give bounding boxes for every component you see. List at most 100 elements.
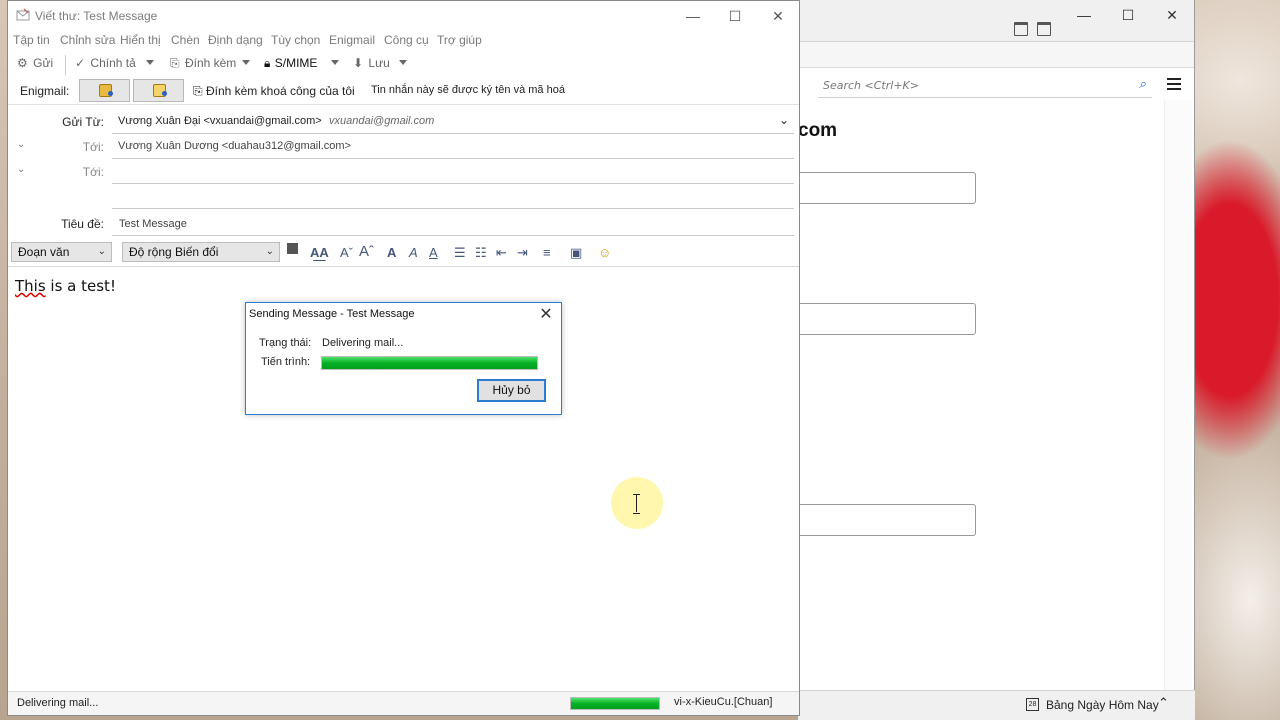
- sign-pen-icon: [153, 84, 167, 97]
- minimize-icon[interactable]: —: [678, 6, 708, 26]
- paperclip-icon: ⎘: [170, 56, 180, 70]
- send-progress-bar: [321, 356, 538, 370]
- recipient-type-chevron-icon[interactable]: ⌄: [17, 164, 25, 175]
- spellcheck-language[interactable]: vi-x-KieuCu.[Chuan]: [674, 696, 772, 708]
- maximize-icon[interactable]: ☐: [720, 6, 750, 26]
- from-field[interactable]: Vương Xuân Đại <vxuandai@gmail.com>: [118, 115, 322, 127]
- menu-help[interactable]: Trợ giúp: [437, 33, 482, 47]
- to-label-1[interactable]: Tới:: [38, 140, 104, 154]
- save-label: Lưu: [368, 56, 390, 70]
- font-size-icon[interactable]: A͟A: [310, 245, 329, 260]
- menu-tools[interactable]: Công cụ: [384, 33, 429, 47]
- menu-edit[interactable]: Chỉnh sửa: [60, 33, 115, 47]
- smime-button[interactable]: 🔒︎ S/MIME: [264, 56, 317, 71]
- attach-public-key-button[interactable]: ⎘ Đính kèm khoá công của tôi: [193, 84, 355, 99]
- font-value: Độ rộng Biến đổi: [129, 245, 219, 259]
- underline-icon[interactable]: A: [429, 245, 438, 260]
- menu-view[interactable]: Hiển thị: [120, 33, 161, 47]
- hamburger-menu-icon[interactable]: [1167, 78, 1181, 90]
- calendar-icon[interactable]: [1014, 22, 1028, 36]
- attach-dropdown-icon[interactable]: [242, 60, 250, 65]
- today-pane-label[interactable]: Bảng Ngày Hôm Nay: [1046, 698, 1159, 712]
- enigmail-sign-button[interactable]: [133, 79, 184, 102]
- compose-titlebar: Viết thư: Test Message — ☐ ✕: [8, 1, 799, 30]
- menu-enigmail[interactable]: Enigmail: [329, 33, 375, 47]
- align-icon[interactable]: ≡: [543, 245, 551, 260]
- progress-label: Tiến trình:: [261, 356, 311, 368]
- download-arrow-icon: ⬇: [353, 56, 364, 70]
- send-label: Gửi: [33, 56, 54, 70]
- background-field-2[interactable]: [798, 303, 976, 335]
- smime-label: S/MIME: [274, 56, 318, 70]
- menu-insert[interactable]: Chèn: [171, 33, 200, 47]
- larger-text-icon[interactable]: Aˆ: [359, 243, 374, 260]
- spellcheck-button[interactable]: ✓ Chính tả: [75, 56, 136, 70]
- smiley-icon[interactable]: ☺: [598, 245, 611, 260]
- insert-image-icon[interactable]: ▣: [570, 245, 582, 261]
- enigmail-label: Enigmail:: [20, 84, 70, 98]
- compose-statusbar: Delivering mail... vi-x-KieuCu.[Chuan]: [8, 691, 799, 715]
- search-placeholder: Search <Ctrl+K>: [823, 79, 919, 92]
- subject-label: Tiêu đề:: [61, 217, 104, 231]
- close-icon[interactable]: ✕: [537, 304, 555, 324]
- attach-public-key-label: Đính kèm khoá công của tôi: [205, 84, 355, 98]
- message-body[interactable]: This is a test!: [15, 277, 116, 295]
- status-progress-fill: [571, 698, 659, 709]
- subject-field[interactable]: Test Message: [119, 218, 187, 230]
- calendar-today-icon: 28: [1026, 698, 1039, 711]
- text-cursor-icon: [633, 494, 641, 514]
- search-input[interactable]: Search <Ctrl+K> ⌕: [818, 74, 1152, 98]
- bold-icon[interactable]: A: [387, 245, 396, 260]
- indent-icon[interactable]: ⇥: [517, 245, 528, 261]
- compose-toolbar: ⚙ Gửi ✓ Chính tả ⎘ Đính kèm 🔒︎ S/MIME ⬇ …: [8, 50, 799, 77]
- recipient-type-chevron-icon[interactable]: ⌄: [17, 139, 25, 150]
- menu-format[interactable]: Định dạng: [208, 33, 263, 47]
- menu-file[interactable]: Tập tin: [13, 33, 50, 47]
- minimize-icon[interactable]: —: [1073, 6, 1095, 24]
- background-field-1[interactable]: [798, 172, 976, 204]
- menu-options[interactable]: Tùy chọn: [271, 33, 320, 47]
- maximize-icon[interactable]: ☐: [1117, 6, 1139, 24]
- from-label: Gửi Từ:: [62, 115, 104, 129]
- attach-button[interactable]: ⎘ Đính kèm: [170, 56, 236, 71]
- window-title: Viết thư: Test Message: [35, 9, 158, 23]
- smaller-text-icon[interactable]: Aˇ: [340, 245, 353, 260]
- numbered-list-icon[interactable]: ☷: [475, 245, 487, 261]
- close-icon[interactable]: ✕: [763, 6, 793, 26]
- italic-icon[interactable]: A: [409, 245, 418, 260]
- background-toolbar: [798, 42, 1194, 68]
- send-button[interactable]: ⚙ Gửi: [17, 56, 53, 70]
- enigmail-encrypt-button[interactable]: [79, 79, 130, 102]
- background-sidebar: [1164, 100, 1192, 690]
- enigmail-toolbar: Enigmail: ⎘ Đính kèm khoá công của tôi T…: [8, 77, 799, 104]
- from-identity: vxuandai@gmail.com: [329, 115, 435, 127]
- background-mail-window: — ☐ ✕ Search <Ctrl+K> ⌕ com 28 Bảng Ngày…: [798, 0, 1195, 720]
- chevron-down-icon: ⌄: [97, 246, 106, 257]
- text-color-icon[interactable]: [287, 243, 298, 254]
- save-dropdown-icon[interactable]: [399, 60, 407, 65]
- paragraph-format-select[interactable]: Đoạn văn ⌄: [11, 242, 112, 262]
- chevron-down-icon: ⌄: [265, 246, 274, 257]
- status-progress-bar: [570, 697, 660, 710]
- smime-dropdown-icon[interactable]: [331, 60, 339, 65]
- search-icon[interactable]: ⌕: [1139, 77, 1146, 92]
- font-select[interactable]: Độ rộng Biến đổi ⌄: [122, 242, 280, 262]
- account-heading: com: [798, 120, 838, 141]
- outdent-icon[interactable]: ⇤: [496, 245, 507, 261]
- close-icon[interactable]: ✕: [1161, 6, 1183, 24]
- chevron-up-icon[interactable]: ⌃: [1158, 695, 1169, 711]
- spellcheck-dropdown-icon[interactable]: [146, 60, 154, 65]
- to-label-2[interactable]: Tới:: [38, 165, 104, 179]
- from-dropdown-icon[interactable]: ⌄: [779, 113, 789, 127]
- send-icon: ⚙: [17, 56, 28, 70]
- background-field-3[interactable]: [798, 504, 976, 536]
- bullet-list-icon[interactable]: ☰: [454, 245, 466, 261]
- cancel-button[interactable]: Hủy bỏ: [477, 379, 546, 402]
- paragraph-format-value: Đoạn văn: [18, 245, 70, 259]
- checkmark-icon: ✓: [75, 56, 86, 70]
- header-divider: [112, 183, 794, 184]
- tasks-icon[interactable]: [1037, 22, 1051, 36]
- sending-message-dialog: Sending Message - Test Message ✕ Trạng t…: [245, 302, 562, 415]
- to-field-1[interactable]: Vương Xuân Dương <duahau312@gmail.com>: [118, 140, 351, 152]
- save-button[interactable]: ⬇ Lưu: [353, 56, 390, 70]
